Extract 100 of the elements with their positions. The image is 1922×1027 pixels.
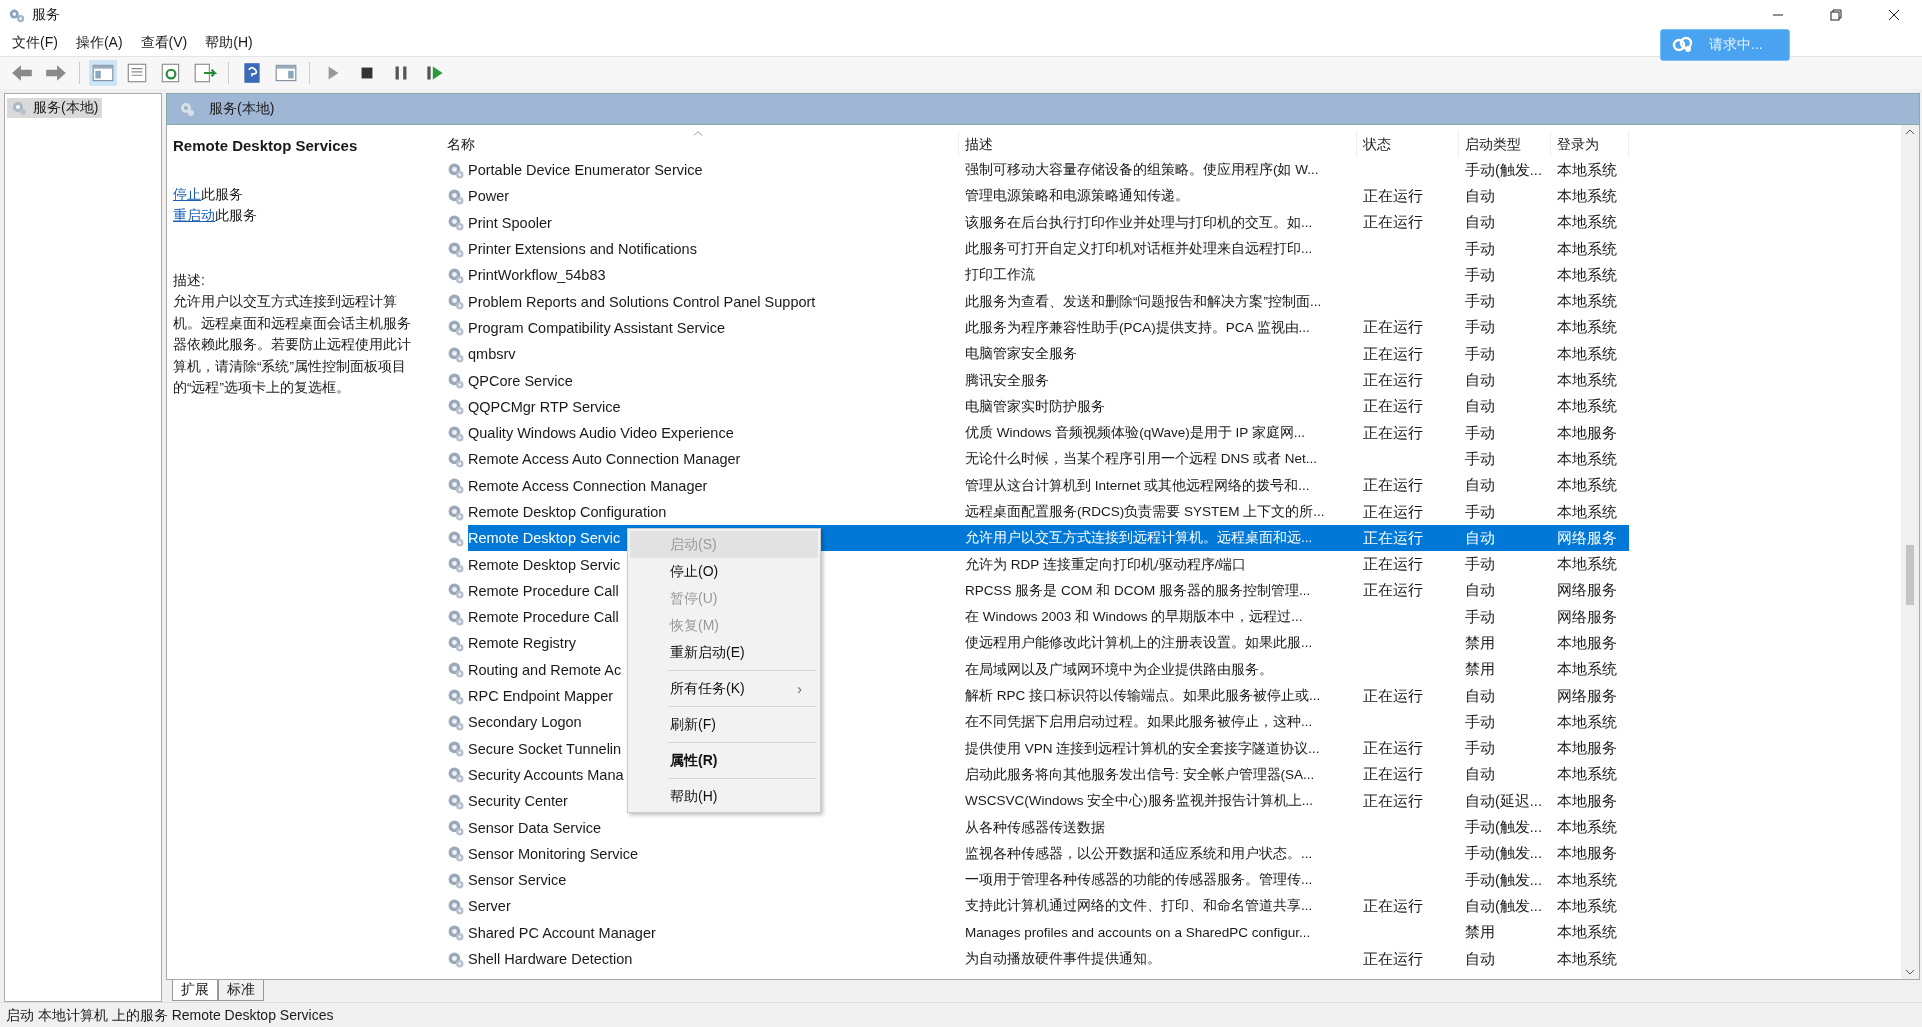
table-cell-text: 本地系统: [1556, 870, 1618, 890]
table-cell-text: 本地系统: [1556, 371, 1618, 390]
gear-icon: [447, 713, 464, 731]
service-name[interactable]: Security Center: [468, 793, 568, 810]
table-cell-text: 电脑管家安全服务: [964, 345, 1078, 364]
table-cell-text: 正在运行: [1362, 739, 1424, 759]
column-header[interactable]: 启动类型: [1459, 131, 1551, 157]
gear-icon: [447, 161, 464, 179]
menu-item[interactable]: 刷新(F): [630, 711, 818, 738]
table-cell-text: 手动: [1464, 318, 1496, 338]
menu-item[interactable]: 所有任务(K) ›: [630, 675, 818, 702]
gear-icon: [447, 319, 464, 337]
menu-item[interactable]: 帮助(H): [630, 783, 818, 810]
menu-item[interactable]: 属性(R): [630, 747, 818, 774]
gear-icon: [447, 450, 464, 468]
service-name[interactable]: Quality Windows Audio Video Experience: [468, 425, 734, 442]
table-cell-text: 手动: [1464, 292, 1496, 312]
table-cell-text: 打印工作流: [964, 266, 1036, 285]
table-cell-text: 本地系统: [1556, 397, 1618, 417]
service-name[interactable]: Printer Extensions and Notifications: [468, 241, 697, 258]
service-name[interactable]: RPC Endpoint Mapper: [468, 688, 614, 705]
table-cell-text: 此服务为查看、发送和删除“问题报告和解决方案”控制面...: [964, 292, 1323, 311]
menu-item[interactable]: 文件(F): [12, 34, 58, 52]
close-icon[interactable]: [1888, 9, 1900, 21]
service-name[interactable]: Remote Registry: [468, 635, 576, 652]
service-name[interactable]: Remote Access Connection Manager: [468, 477, 708, 494]
menu-item[interactable]: 帮助(H): [205, 34, 253, 52]
service-name[interactable]: PrintWorkflow_54b83: [468, 267, 606, 284]
column-header[interactable]: 状态: [1357, 131, 1459, 157]
action-text: 重启动此服务: [173, 206, 258, 225]
console-tree-icon[interactable]: [89, 60, 117, 86]
gears-icon: [11, 100, 27, 116]
column-header[interactable]: 登录为: [1551, 131, 1629, 157]
service-name[interactable]: Shared PC Account Manager: [468, 924, 656, 941]
service-name[interactable]: Remote Desktop Servic: [468, 530, 621, 547]
gear-icon: [447, 687, 464, 705]
service-name[interactable]: Sensor Data Service: [468, 819, 601, 836]
gear-icon: [447, 477, 464, 495]
table-cell-text: 正在运行: [1362, 791, 1424, 811]
table-cell-text: 本地服务: [1556, 739, 1618, 759]
tree-item[interactable]: 服务(本地): [7, 98, 103, 118]
service-name[interactable]: Remote Procedure Call: [468, 582, 619, 599]
gear-icon: [447, 635, 464, 652]
table-cell-text: 本地系统: [1556, 265, 1618, 285]
table-cell-text: 支持此计算机通过网络的文件、打印、和命名管道共享...: [964, 897, 1314, 916]
service-name[interactable]: Sensor Service: [468, 872, 567, 889]
service-name[interactable]: Remote Procedure Call: [468, 609, 619, 626]
gear-icon: [447, 871, 464, 889]
service-name[interactable]: QPCore Service: [468, 372, 573, 389]
menu-item[interactable]: 重新启动(E): [630, 639, 818, 666]
service-name[interactable]: Routing and Remote Ac: [468, 661, 622, 678]
menu-item[interactable]: 操作(A): [75, 34, 123, 52]
table-cell-text: 正在运行: [1362, 213, 1424, 233]
service-name[interactable]: Server: [468, 898, 511, 915]
service-name[interactable]: Remote Desktop Servic: [468, 556, 621, 573]
gear-icon: [447, 266, 464, 284]
table-cell-text: 本地服务: [1556, 791, 1618, 811]
service-name[interactable]: qmbsrv: [468, 346, 516, 363]
view-tab[interactable]: 标准: [218, 980, 264, 1001]
table-cell-text: 一项用于管理各种传感器的功能的传感器服务。管理传...: [964, 871, 1314, 890]
scroll-up-icon[interactable]: [1905, 129, 1915, 135]
service-name[interactable]: Remote Access Auto Connection Manager: [468, 451, 741, 468]
menu-item[interactable]: 查看(V): [140, 34, 188, 52]
service-name[interactable]: Shell Hardware Detection: [468, 951, 633, 968]
scroll-thumb[interactable]: [1906, 545, 1914, 605]
service-name[interactable]: Power: [468, 188, 510, 205]
restore-icon[interactable]: [1830, 9, 1842, 21]
action-link[interactable]: 重启动: [173, 207, 215, 223]
scroll-down-icon[interactable]: [1905, 969, 1915, 975]
service-name[interactable]: Sensor Monitoring Service: [468, 845, 639, 862]
service-name[interactable]: QQPCMgr RTP Service: [468, 398, 621, 415]
table-cell-text: 自动: [1464, 186, 1496, 206]
table-cell-text: 从各种传感器传送数据: [964, 818, 1106, 837]
table-cell-text: 本地服务: [1556, 844, 1618, 864]
column-header[interactable]: 描述: [959, 131, 1357, 157]
service-name[interactable]: Secure Socket Tunnelin: [468, 740, 622, 757]
view-tab[interactable]: 扩展: [172, 980, 218, 1001]
table-cell-text: 网络服务: [1556, 686, 1618, 706]
table-cell-text: 手动: [1464, 344, 1496, 364]
gear-icon: [447, 950, 464, 968]
table-cell-text: 本地服务: [1556, 423, 1618, 443]
table-cell-text: 手动: [1464, 502, 1496, 522]
action-text: 停止此服务: [173, 185, 244, 204]
service-name[interactable]: Secondary Logon: [468, 714, 582, 731]
table-cell-text: 正在运行: [1362, 581, 1424, 601]
scrollbar[interactable]: [1901, 125, 1919, 979]
service-name[interactable]: Portable Device Enumerator Service: [468, 162, 703, 179]
service-name[interactable]: Security Accounts Mana: [468, 766, 624, 783]
service-name[interactable]: Program Compatibility Assistant Service: [468, 319, 726, 336]
table-cell-text: 本地系统: [1556, 318, 1618, 338]
service-name[interactable]: Problem Reports and Solutions Control Panel Support: [468, 293, 816, 310]
menu-item[interactable]: 停止(O): [630, 558, 818, 585]
column-header[interactable]: 名称: [441, 131, 959, 157]
table-cell-text: 正在运行: [1362, 186, 1424, 206]
table-cell-text: 手动: [1464, 239, 1496, 259]
table-cell-text: 本地系统: [1556, 449, 1618, 469]
action-link[interactable]: 停止: [173, 186, 201, 202]
service-name[interactable]: Remote Desktop Configuration: [468, 504, 667, 520]
table-cell-text: 正在运行: [1362, 555, 1424, 575]
service-name[interactable]: Print Spooler: [468, 214, 552, 231]
